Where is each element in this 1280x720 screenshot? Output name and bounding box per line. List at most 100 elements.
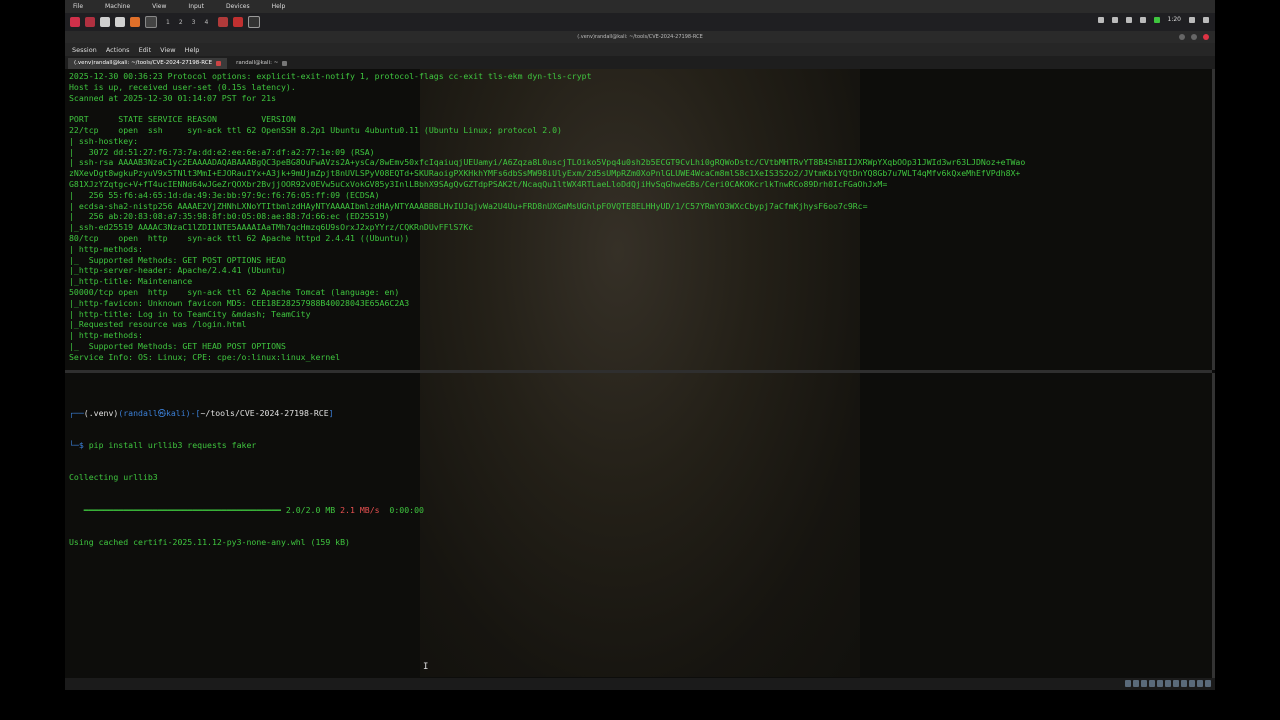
output-line: | ecdsa-sha2-nistp256 AAAAE2VjZHNhLXNoYT… [69,200,868,211]
menu-actions[interactable]: Actions [106,46,130,54]
output-line: PORT STATE SERVICE REASON VERSION [69,114,296,125]
progress-size: 2.0/2.0 MB [280,504,336,515]
kali-menu-icon[interactable] [70,17,80,27]
tab-rce[interactable]: (.venv)randall@kali: ~/tools/CVE-2024-27… [68,58,228,69]
command-text: pip install urllib3 requests faker [88,439,257,450]
output-line: zNXevDgt8wgkuPzyuV9x5TNlt3MmI+EJORauIYx+… [69,168,1021,179]
scrollbar-bottom[interactable] [1212,373,1215,678]
output-line: | 3072 dd:51:27:f6:73:7a:dd:e2:ee:6e:a7:… [69,146,375,157]
output-line: |_ Supported Methods: GET POST OPTIONS H… [69,254,286,265]
screen-icon[interactable] [1097,16,1104,23]
progress-bar: ━━━━━━━━━━━━━━━━━━━━━━━━━━━━━━━━━━━━━━━━ [69,504,281,515]
notification-icon[interactable] [1125,16,1132,23]
terminal-pane-bottom[interactable]: ┌──(.venv)(randall㉿kali)-[~/tools/CVE-20… [65,373,1212,678]
window-titlebar: (.venv)randall@kali: ~/tools/CVE-2024-27… [65,31,1215,43]
close-tab-icon[interactable] [282,61,288,66]
close-tab-icon[interactable] [216,61,222,66]
display-icon[interactable] [1173,680,1179,687]
app2-icon[interactable] [233,17,244,27]
close-button[interactable] [1203,34,1209,40]
workspace-4[interactable]: 4 [204,19,208,26]
system-tray: 1:20 [1097,16,1209,23]
output-line: Scanned at 2025-12-30 01:14:07 PST for 2… [69,92,277,103]
output-line: Collecting urllib3 [69,472,158,483]
vbox-menu-machine[interactable]: Machine [105,3,130,10]
output-line: |_ssh-ed25519 AAAAC3NzaC1lZDI1NTE5AAAAIA… [69,222,474,233]
output-line: |_Requested resource was /login.html [69,319,247,330]
menu-session[interactable]: Session [72,46,97,54]
output-line: | http-methods: [69,243,143,254]
vbox-statusbar [65,678,1215,690]
menu-edit[interactable]: Edit [139,46,152,54]
menu-help[interactable]: Help [185,46,200,54]
window-title: (.venv)randall@kali: ~/tools/CVE-2024-27… [577,34,703,40]
cpu-icon[interactable] [1189,680,1195,687]
output-line: | 256 55:f6:a4:65:1d:da:49:3e:bb:97:9c:f… [69,189,380,200]
volume-icon[interactable] [1111,16,1118,23]
tab-home[interactable]: randall@kali: ~ [230,58,293,69]
optical-drive-icon[interactable] [1133,680,1139,687]
vbox-menu-view[interactable]: View [152,3,166,10]
kali-taskbar: 1 2 3 4 1:20 [65,13,1215,31]
terminal-pane-top[interactable]: 2025-12-30 00:36:23 Protocol options: ex… [65,69,1212,370]
network-icon[interactable] [1139,16,1146,23]
recording-icon[interactable] [1181,680,1187,687]
output-line: | http-methods: [69,330,143,341]
vm-window: File Machine View Input Devices Help 1 2… [65,0,1215,690]
output-line: | http-title: Log in to TeamCity &mdash;… [69,308,311,319]
hdd-icon[interactable] [1125,680,1131,687]
maximize-button[interactable] [1191,34,1197,40]
prompt-user-host: randall㉿kali [123,407,186,418]
output-line: G81XJzYZqtgc+V+fT4ucIENNd64wJGeZrQOXbr2B… [69,178,888,189]
firefox-icon[interactable] [130,17,140,27]
keyboard-icon[interactable] [1205,680,1211,687]
progress-line: ━━━━━━━━━━━━━━━━━━━━━━━━━━━━━━━━━━━━━━━━… [69,505,1206,516]
vbox-menu-file[interactable]: File [73,3,83,10]
terminal-output-bottom: ┌──(.venv)(randall㉿kali)-[~/tools/CVE-20… [69,386,1206,570]
network-adapter-icon[interactable] [1149,680,1155,687]
burp-icon[interactable] [218,17,229,27]
battery-icon[interactable] [1153,16,1160,23]
output-line: 50000/tcp open http syn-ack ttl 62 Apach… [69,286,400,297]
text-editor-icon[interactable] [115,17,125,27]
output-line: |_http-server-header: Apache/2.4.41 (Ubu… [69,265,286,276]
vbox-menu-help[interactable]: Help [272,3,286,10]
output-line: 80/tcp open http syn-ack ttl 62 Apache h… [69,232,410,243]
workspace-2[interactable]: 2 [179,19,183,26]
workspace-3[interactable]: 3 [192,19,196,26]
vbox-menu-input[interactable]: Input [188,3,204,10]
tab-label: (.venv)randall@kali: ~/tools/CVE-2024-27… [74,60,213,66]
clock[interactable]: 1:20 [1168,16,1181,23]
power-icon[interactable] [1203,16,1209,23]
terminal-icon[interactable] [145,16,157,28]
text-cursor-icon: I [423,662,429,672]
audio-icon[interactable] [1141,680,1147,687]
mouse-integration-icon[interactable] [1197,680,1203,687]
shared-folders-icon[interactable] [1165,680,1171,687]
progress-eta: 0:00:00 [379,504,424,515]
menu-view[interactable]: View [160,46,175,54]
progress-rate: 2.1 MB/s [335,504,380,515]
virtualbox-menubar: File Machine View Input Devices Help [65,0,1215,13]
output-line: | ssh-rsa AAAAB3NzaC1yc2EAAAADAQABAAABgQ… [69,157,1026,168]
usb-icon[interactable] [1157,680,1163,687]
terminal-tabs: (.venv)randall@kali: ~/tools/CVE-2024-27… [65,56,1215,69]
prompt-path: ~/tools/CVE-2024-27198-RCE [200,407,329,418]
prompt-line-2: └─$ pip install urllib3 requests faker [69,439,257,450]
prompt-line-1: ┌──(.venv)(randall㉿kali)-[~/tools/CVE-20… [69,407,334,418]
app-icon[interactable] [85,17,95,27]
file-manager-icon[interactable] [100,17,110,27]
workspace-1[interactable]: 1 [166,19,170,26]
output-line: |_http-title: Maintenance [69,276,193,287]
terminal-output-top: 2025-12-30 00:36:23 Protocol options: ex… [69,71,1206,363]
scrollbar-top[interactable] [1212,69,1215,370]
terminal-task-icon[interactable] [248,16,261,28]
lock-icon[interactable] [1189,16,1195,23]
output-line: 22/tcp open ssh syn-ack ttl 62 OpenSSH 8… [69,124,562,135]
vbox-menu-devices[interactable]: Devices [226,3,250,10]
output-line: Using cached certifi-2025.11.12-py3-none… [69,537,350,548]
output-line: | 256 ab:20:83:08:a7:35:98:8f:b0:05:08:a… [69,211,390,222]
tab-label: randall@kali: ~ [236,60,279,66]
minimize-button[interactable] [1179,34,1185,40]
